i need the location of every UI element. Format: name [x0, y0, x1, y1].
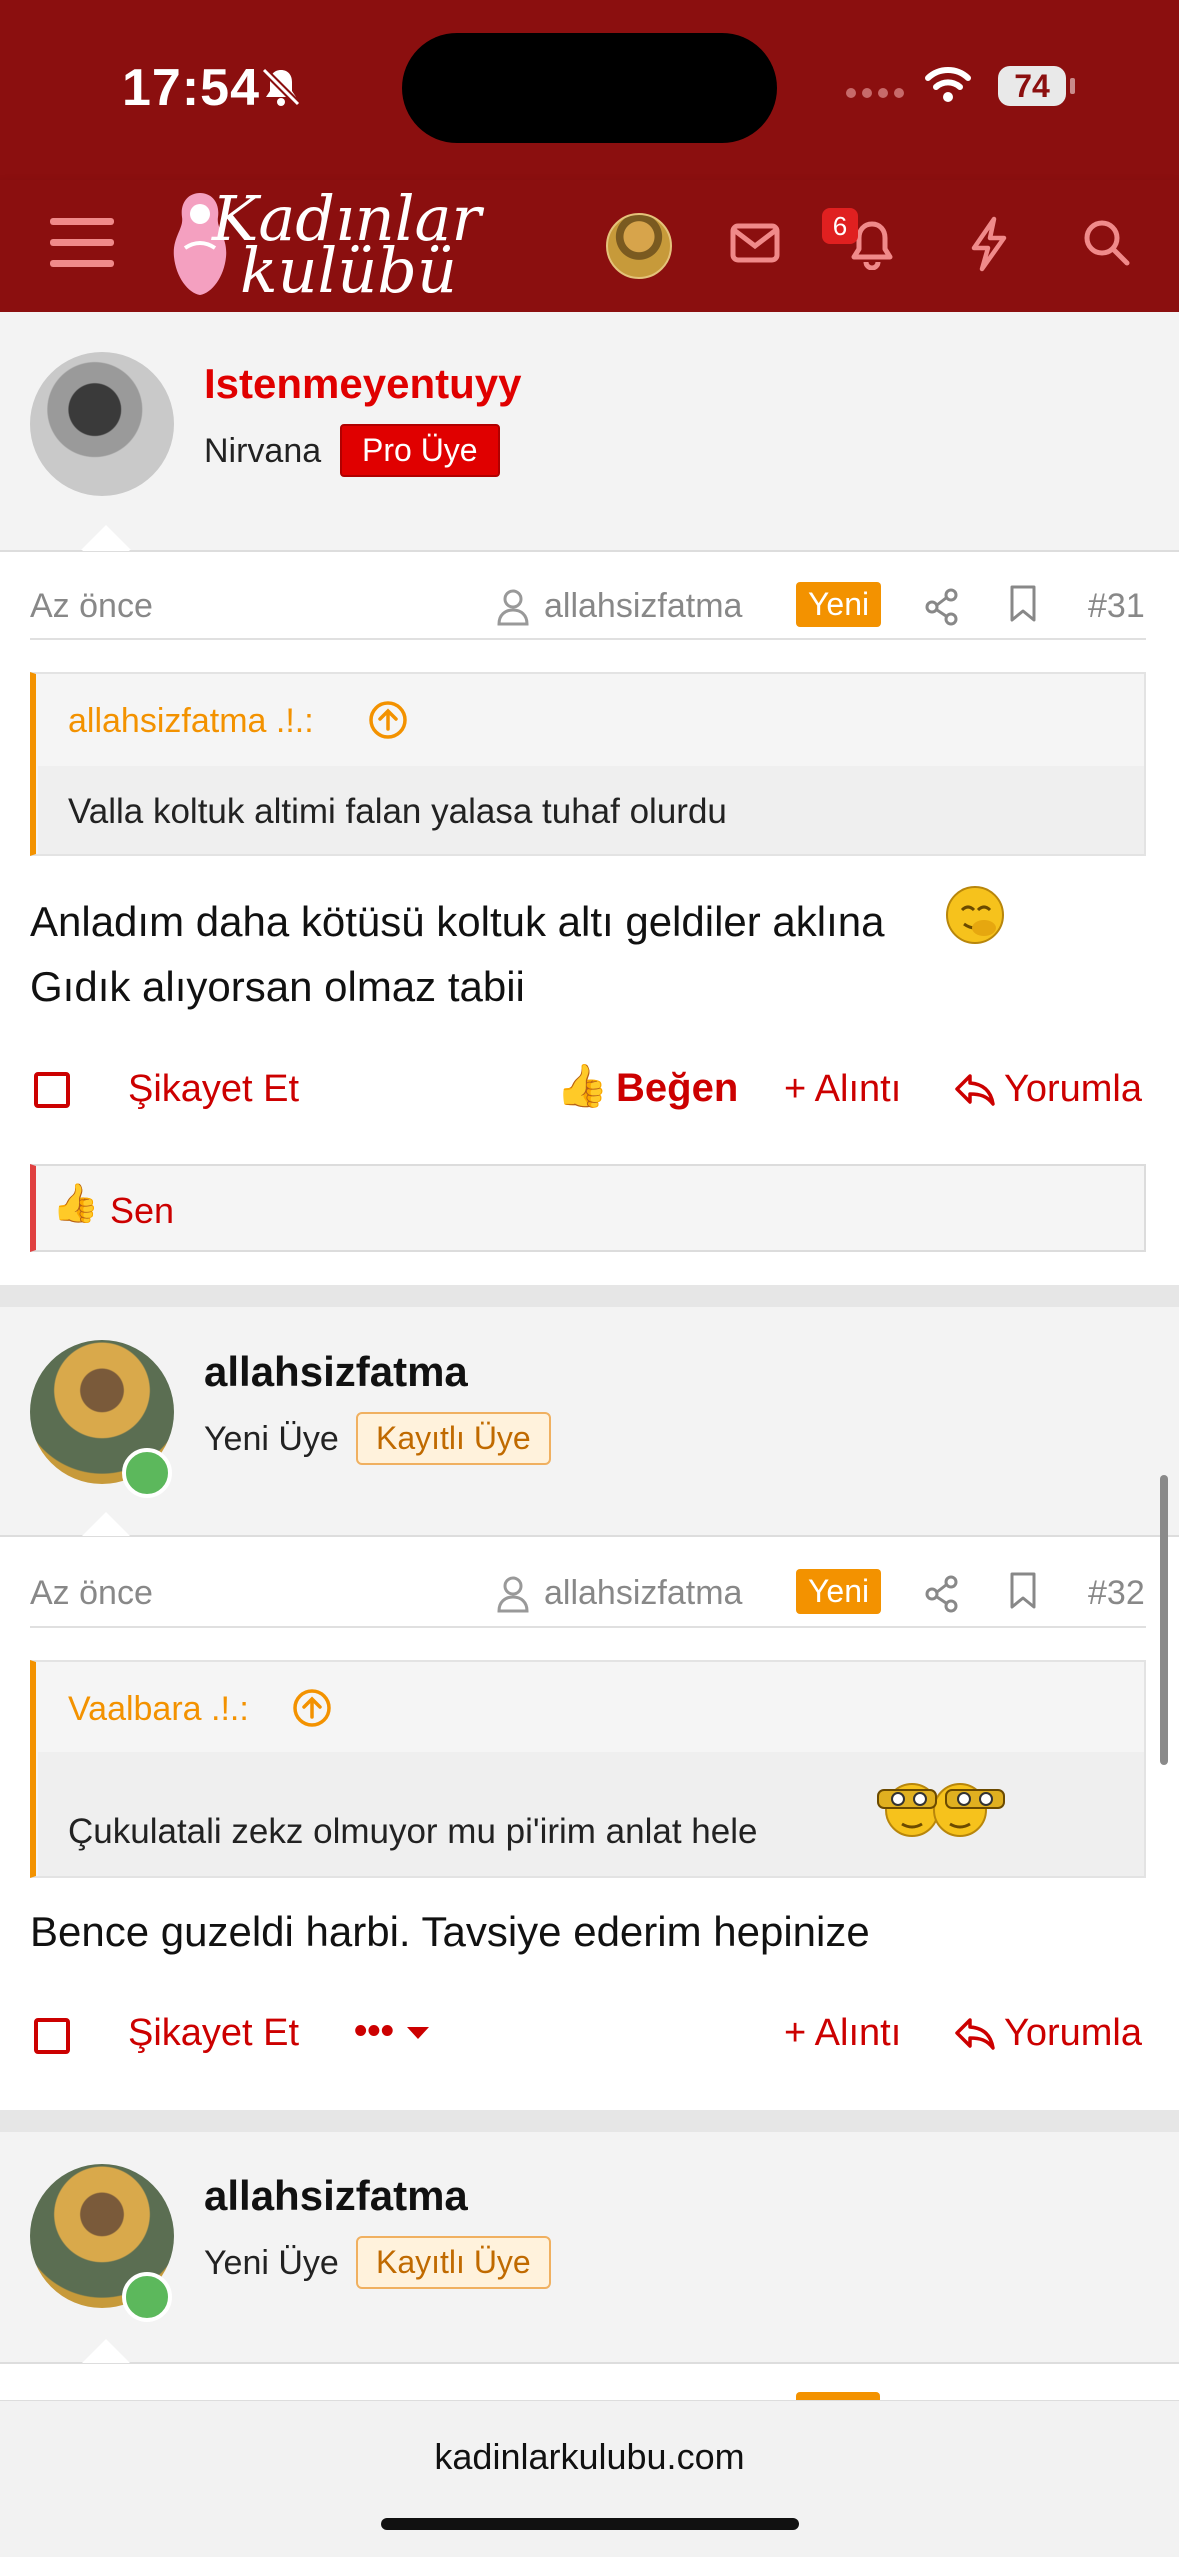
post-31-quote-button[interactable]: + Alıntı — [784, 1068, 901, 1111]
logo-text-line2[interactable]: kulübü — [240, 234, 457, 307]
post-33-author[interactable]: allahsizfatma — [204, 2172, 468, 2220]
menu-icon[interactable] — [48, 212, 118, 274]
post-31-user-title: Nirvana — [204, 432, 322, 470]
reply-icon[interactable] — [954, 2016, 996, 2052]
wifi-icon — [925, 67, 971, 102]
binoculars-emoji-icon — [877, 1783, 1005, 1837]
lightning-icon[interactable] — [968, 216, 1010, 272]
post-32-report-link[interactable]: Şikayet Et — [128, 2012, 299, 2055]
post-33-userbar — [0, 2132, 1179, 2362]
post-31-pointer-fill — [82, 527, 130, 551]
post-31-avatar[interactable] — [30, 352, 174, 496]
bookmark-icon[interactable] — [1008, 1571, 1038, 1611]
post-31-meta-divider — [30, 638, 1146, 640]
arrow-up-circle-icon[interactable] — [292, 1688, 332, 1728]
post-31-body-line2: Gıdık alıyorsan olmaz tabii — [30, 963, 525, 1010]
post-31-quote-author[interactable]: allahsizfatma .!.: — [68, 702, 314, 741]
post-31-select-checkbox[interactable] — [34, 1072, 70, 1108]
post-31-viewer: allahsizfatma — [544, 587, 743, 625]
scrollbar[interactable] — [1160, 1475, 1168, 1765]
signal-dots-icon — [846, 88, 904, 98]
post-33-member-badge: Kayıtlı Üye — [356, 2236, 551, 2289]
online-status-icon — [122, 1448, 172, 1498]
post-32-quote-author[interactable]: Vaalbara .!.: — [68, 1690, 249, 1729]
post-32-quote-button[interactable]: + Alıntı — [784, 2012, 901, 2055]
dynamic-island — [402, 33, 777, 143]
post-32-viewer: allahsizfatma — [544, 1574, 743, 1612]
arrow-up-circle-icon[interactable] — [368, 700, 408, 740]
post-32-userbar — [0, 1307, 1179, 1535]
post-31-pro-badge: Pro Üye — [340, 424, 500, 477]
post-32-select-checkbox[interactable] — [34, 2018, 70, 2054]
post-32-pointer-fill — [82, 1512, 130, 1536]
post-32-member-badge: Kayıtlı Üye — [356, 1412, 551, 1465]
notification-badge: 6 — [822, 208, 858, 244]
share-icon[interactable] — [924, 588, 960, 626]
post-32-user-title: Yeni Üye — [204, 1420, 339, 1458]
post-31-reply-button[interactable]: Yorumla — [1004, 1068, 1142, 1111]
post-31-new-badge: Yeni — [796, 582, 882, 627]
silent-bell-icon — [261, 67, 301, 107]
post-33-content — [0, 2362, 1179, 2404]
post-31-like-button[interactable]: Beğen — [616, 1066, 738, 1111]
chevron-down-icon[interactable] — [404, 2024, 432, 2042]
post-31-userbar — [0, 312, 1179, 550]
likes-thumbs-icon: 👍 — [52, 1183, 100, 1225]
online-status-icon — [122, 2272, 172, 2322]
post-32-more-button[interactable]: ••• — [354, 2010, 394, 2053]
post-31-number[interactable]: #31 — [1088, 587, 1145, 626]
post-31-author[interactable]: Istenmeyentuyy — [204, 360, 521, 408]
post-32-time[interactable]: Az önce — [30, 1574, 153, 1613]
post-31-likes-bar[interactable] — [30, 1164, 1146, 1252]
home-indicator[interactable] — [381, 2518, 799, 2530]
smiley-emoji-icon — [946, 886, 1004, 944]
person-icon — [497, 1576, 529, 1613]
post-33-pointer-fill — [82, 2339, 130, 2363]
bookmark-icon[interactable] — [1008, 584, 1038, 624]
person-icon — [497, 589, 529, 626]
post-32-new-badge: Yeni — [796, 1569, 882, 1614]
post-divider — [0, 1285, 1179, 1307]
browser-bottom-bar — [0, 2400, 1179, 2557]
mail-icon[interactable] — [730, 222, 780, 264]
address-bar-url[interactable]: kadinlarkulubu.com — [0, 2436, 1179, 2478]
post-31-quote-text: Valla koltuk altimi falan yalasa tuhaf o… — [68, 792, 727, 831]
post-32-body-line1: Bence guzeldi harbi. Tavsiye ederim hepi… — [30, 1908, 870, 1955]
thumbs-up-icon: 👍 — [556, 1062, 609, 1109]
post-31-body-line1: Anladım daha kötüsü koltuk altı geldiler… — [30, 898, 885, 945]
status-time: 17:54 — [122, 59, 260, 117]
search-icon[interactable] — [1082, 218, 1132, 268]
reply-icon[interactable] — [954, 1072, 996, 1108]
post-divider — [0, 2110, 1179, 2132]
post-32-quote-text: Çukulatali zekz olmuyor mu pi'irim anlat… — [68, 1812, 758, 1851]
post-31-report-link[interactable]: Şikayet Et — [128, 1068, 299, 1111]
post-32-author[interactable]: allahsizfatma — [204, 1348, 468, 1396]
post-31-likes-text[interactable]: Sen — [110, 1190, 174, 1232]
post-32-number[interactable]: #32 — [1088, 1574, 1145, 1613]
battery-tip — [1070, 78, 1075, 94]
post-32-meta-divider — [30, 1626, 1146, 1628]
post-31-time[interactable]: Az önce — [30, 587, 153, 626]
battery-level: 74 — [1014, 68, 1050, 104]
user-avatar[interactable] — [606, 213, 672, 279]
post-33-user-title: Yeni Üye — [204, 2244, 339, 2282]
post-32-reply-button[interactable]: Yorumla — [1004, 2012, 1142, 2055]
share-icon[interactable] — [924, 1575, 960, 1613]
